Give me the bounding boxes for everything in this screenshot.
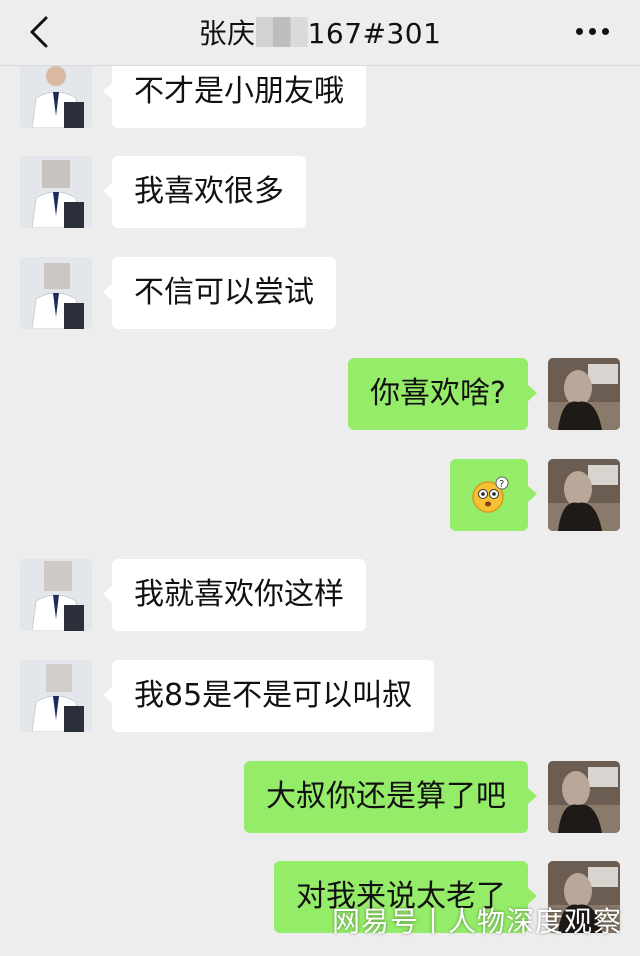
contact-avatar[interactable] bbox=[20, 559, 92, 631]
message-row: 我就喜欢你这样 bbox=[0, 559, 640, 631]
contact-avatar[interactable] bbox=[20, 257, 92, 329]
incoming-message-bubble[interactable]: 不信可以尝试 bbox=[103, 257, 336, 329]
incoming-message-bubble[interactable]: 不才是小朋友哦 bbox=[103, 56, 366, 128]
contact-avatar[interactable] bbox=[20, 56, 92, 128]
incoming-message-bubble[interactable]: 我喜欢很多 bbox=[103, 156, 306, 228]
my-avatar[interactable] bbox=[548, 358, 620, 430]
chat-title: 张庆 167#301 bbox=[0, 12, 640, 52]
incoming-message-bubble[interactable]: 我85是不是可以叫叔 bbox=[102, 660, 435, 732]
contact-avatar[interactable] bbox=[20, 660, 92, 732]
more-dots-icon bbox=[602, 28, 609, 35]
outgoing-message-bubble[interactable]: ? bbox=[450, 459, 537, 531]
message-row: 我85是不是可以叫叔 bbox=[0, 660, 640, 732]
message-row: 不才是小朋友哦 bbox=[0, 56, 640, 128]
my-avatar[interactable] bbox=[548, 459, 620, 531]
chat-message-list[interactable]: 不才是小朋友哦 我喜欢很多 不信可以尝试 你喜欢啥? ? 我就喜欢你这样 我85… bbox=[0, 0, 640, 956]
chat-title-suffix: 167#301 bbox=[307, 17, 442, 50]
chat-title-prefix: 张庆 bbox=[198, 17, 256, 50]
more-dots-icon bbox=[576, 28, 583, 35]
message-row: 你喜欢啥? bbox=[0, 358, 640, 430]
incoming-message-bubble[interactable]: 我就喜欢你这样 bbox=[103, 559, 366, 631]
title-mosaic bbox=[255, 17, 308, 47]
outgoing-message-bubble[interactable]: 大叔你还是算了吧 bbox=[244, 761, 537, 833]
contact-avatar[interactable] bbox=[20, 156, 92, 228]
watermark-text: 网易号丨人物深度观察 bbox=[331, 905, 622, 938]
message-row: 大叔你还是算了吧 bbox=[0, 761, 640, 833]
message-row: 不信可以尝试 bbox=[0, 257, 640, 329]
outgoing-message-bubble[interactable]: 你喜欢啥? bbox=[348, 358, 537, 430]
svg-text:?: ? bbox=[499, 479, 504, 490]
message-row: 我喜欢很多 bbox=[0, 156, 640, 228]
my-avatar[interactable] bbox=[548, 761, 620, 833]
chat-header: 张庆 167#301 bbox=[0, 0, 640, 66]
confused-face-icon: ? bbox=[472, 476, 509, 513]
more-options-button[interactable] bbox=[576, 28, 610, 38]
more-dots-icon bbox=[589, 28, 596, 35]
message-row: ? bbox=[0, 459, 640, 531]
